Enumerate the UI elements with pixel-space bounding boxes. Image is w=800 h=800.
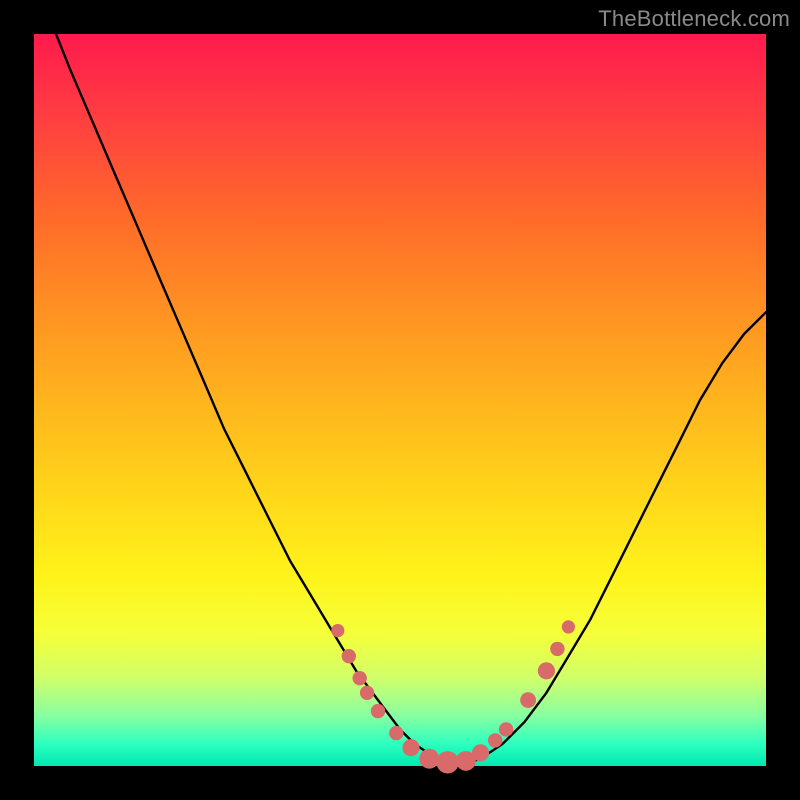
curve-marker [342,649,356,663]
curve-marker [550,642,564,656]
watermark-text: TheBottleneck.com [598,6,790,32]
chart-frame: TheBottleneck.com [0,0,800,800]
curve-marker [360,686,374,700]
curve-marker [371,704,385,718]
curve-marker [472,744,489,761]
curve-marker [419,749,439,769]
curve-marker [331,624,344,637]
chart-plot-area [34,34,766,766]
curve-marker [538,662,555,679]
curve-marker [499,722,513,736]
curve-marker [389,726,403,740]
curve-marker [402,739,419,756]
bottleneck-curve [56,34,766,766]
curve-marker [353,671,367,685]
curve-marker [562,620,575,633]
curve-marker [488,733,502,747]
chart-svg [34,34,766,766]
curve-markers [331,620,575,773]
curve-marker [436,751,458,773]
curve-marker [520,692,536,708]
